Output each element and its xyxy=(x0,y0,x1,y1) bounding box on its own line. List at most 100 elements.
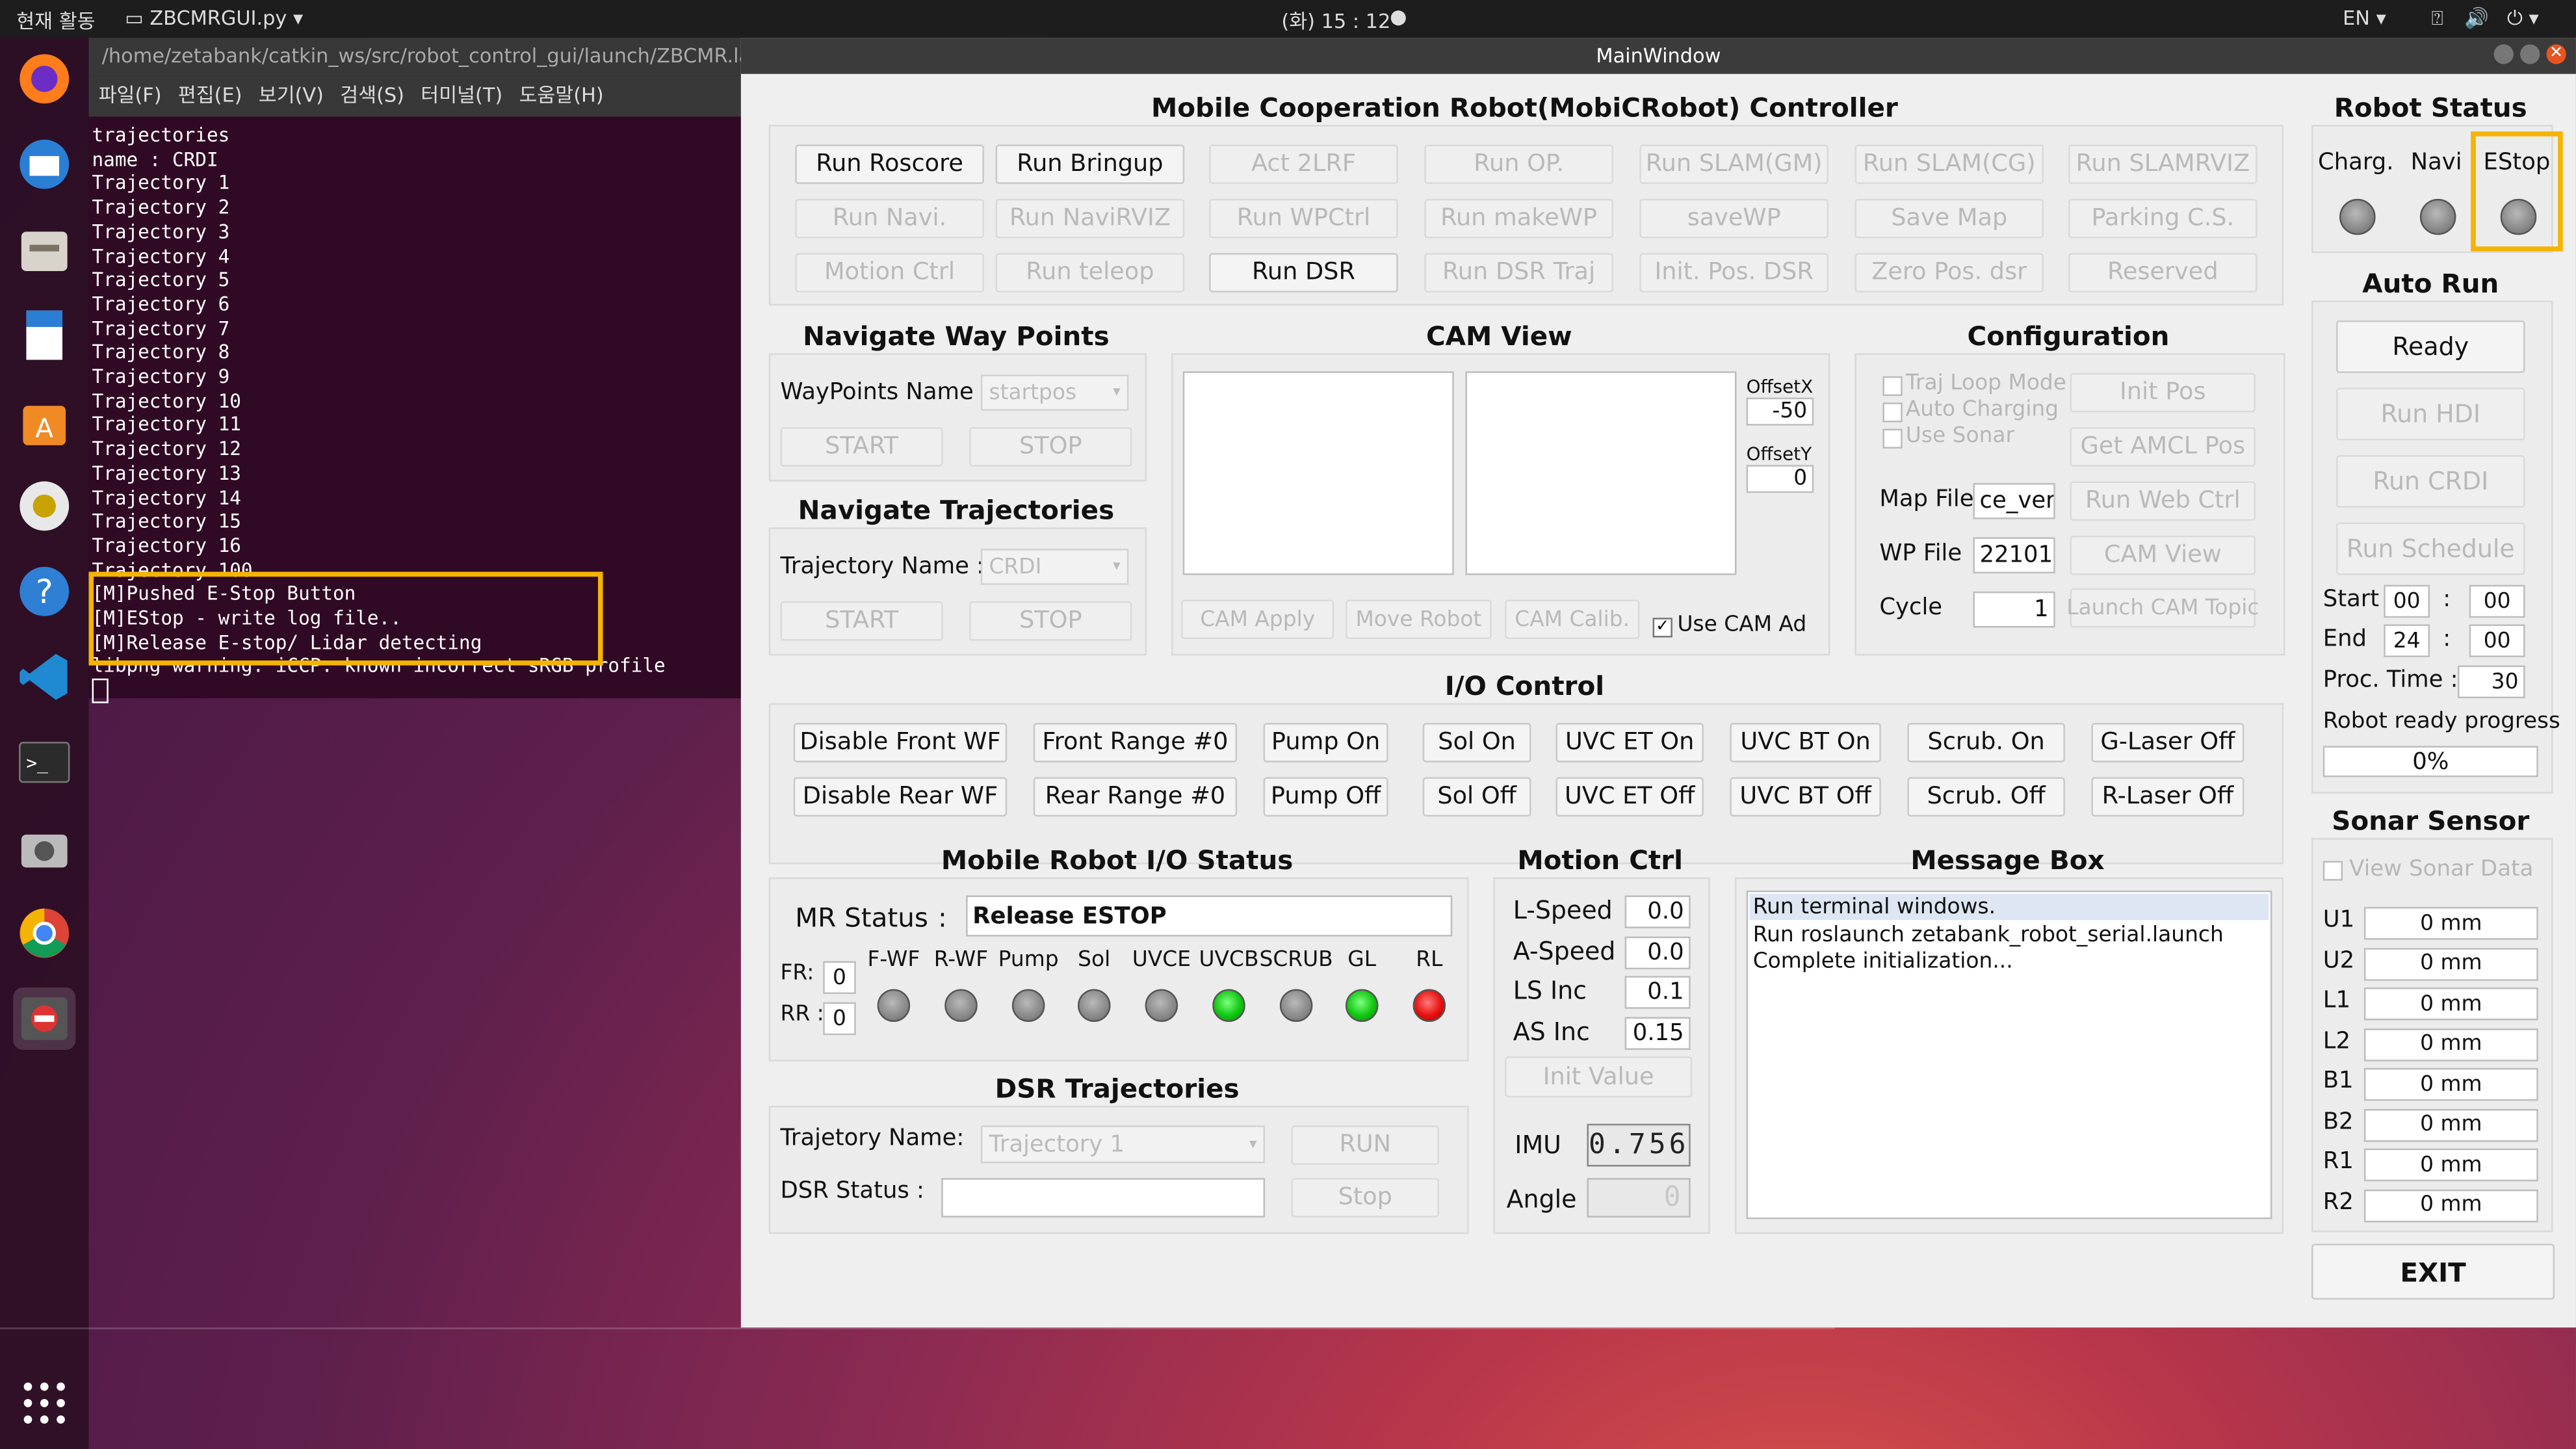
scrub-on-button[interactable]: Scrub. On xyxy=(1907,723,2065,763)
scrub-off-button[interactable]: Scrub. Off xyxy=(1907,777,2065,817)
waypoints-start-button[interactable]: START xyxy=(780,427,943,467)
cam-view-button[interactable]: CAM View xyxy=(2070,535,2256,575)
auto-charging-checkbox[interactable] xyxy=(1882,402,1903,423)
app-menu[interactable]: ▭ ZBCMRGUI.py ▾ xyxy=(125,7,303,29)
camera-icon[interactable] xyxy=(13,816,75,879)
run-bringup-button[interactable]: Run Bringup xyxy=(995,144,1185,185)
language-indicator[interactable]: EN ▾ xyxy=(2343,7,2386,29)
dsr-stop-button[interactable]: Stop xyxy=(1291,1178,1440,1218)
run-makewp-button[interactable]: Run makeWP xyxy=(1424,198,1613,239)
sol-off-button[interactable]: Sol Off xyxy=(1422,777,1531,817)
power-icon[interactable]: ⏻ ▾ xyxy=(2507,7,2539,31)
activities-button[interactable]: 현재 활동 xyxy=(16,7,95,34)
map-file-input[interactable]: ce_ver2 xyxy=(1973,483,2055,519)
view-sonar-checkbox[interactable] xyxy=(2322,861,2343,881)
rhythmbox-icon[interactable] xyxy=(13,475,75,537)
dsr-status-input[interactable] xyxy=(941,1178,1266,1218)
zero-pos-dsr-button[interactable]: Zero Pos. dsr xyxy=(1854,253,2044,293)
pump-on-button[interactable]: Pump On xyxy=(1263,723,1388,763)
firefox-icon[interactable] xyxy=(13,47,75,110)
run-web-ctrl-button[interactable]: Run Web Ctrl xyxy=(2070,481,2256,521)
run-navirviz-button[interactable]: Run NaviRVIZ xyxy=(995,198,1185,239)
exit-button[interactable]: EXIT xyxy=(2311,1244,2555,1300)
cycle-input[interactable]: 1 xyxy=(1973,591,2055,628)
trajectory-stop-button[interactable]: STOP xyxy=(969,601,1132,641)
save-map-button[interactable]: Save Map xyxy=(1854,198,2044,239)
disable-front-wf-button[interactable]: Disable Front WF xyxy=(793,723,1008,763)
offset-y-input[interactable]: 0 xyxy=(1746,465,1814,493)
g-laser-off-button[interactable]: G-Laser Off xyxy=(2091,723,2244,763)
waypoints-stop-button[interactable]: STOP xyxy=(969,427,1132,467)
show-applications-icon[interactable] xyxy=(13,1372,75,1434)
close-icon[interactable]: ✕ xyxy=(2546,44,2566,64)
run-wpctrl-button[interactable]: Run WPCtrl xyxy=(1209,198,1398,239)
trajectory-start-button[interactable]: START xyxy=(780,601,943,641)
accessibility-icon[interactable]: ⍰ xyxy=(2432,7,2443,31)
help-icon[interactable]: ? xyxy=(13,560,75,623)
uvc-et-off-button[interactable]: UVC ET Off xyxy=(1555,777,1704,817)
thunderbird-icon[interactable] xyxy=(13,133,75,196)
as-inc-input[interactable]: 0.15 xyxy=(1624,1016,1691,1049)
ls-inc-input[interactable]: 0.1 xyxy=(1624,976,1691,1009)
run-op-button[interactable]: Run OP. xyxy=(1424,144,1613,185)
uvc-et-on-button[interactable]: UVC ET On xyxy=(1555,723,1704,763)
terminal-menu-item[interactable]: 검색(S) xyxy=(340,84,404,107)
reserved-button[interactable]: Reserved xyxy=(2068,253,2257,293)
launch-cam-topic-button[interactable]: Launch CAM Topic xyxy=(2066,588,2259,628)
cam-calib-button[interactable]: CAM Calib. xyxy=(1505,599,1640,640)
maximize-icon[interactable] xyxy=(2520,44,2540,64)
run-navi-button[interactable]: Run Navi. xyxy=(795,198,984,239)
terminal-menu-item[interactable]: 파일(F) xyxy=(99,84,162,107)
a-speed-input[interactable]: 0.0 xyxy=(1624,935,1691,969)
dsr-trajectory-combo[interactable]: Trajectory 1 ▾ xyxy=(980,1125,1266,1164)
files-icon[interactable] xyxy=(13,218,75,281)
init-pos-button[interactable]: Init Pos xyxy=(2070,372,2256,413)
vscode-icon[interactable] xyxy=(13,646,75,708)
l-speed-input[interactable]: 0.0 xyxy=(1624,895,1691,928)
init-pos-dsr-button[interactable]: Init. Pos. DSR xyxy=(1639,253,1828,293)
terminal-menu-item[interactable]: 터미널(T) xyxy=(421,84,502,107)
start-hour-input[interactable]: 00 xyxy=(2384,584,2430,618)
r-laser-off-button[interactable]: R-Laser Off xyxy=(2091,777,2244,817)
start-minute-input[interactable]: 00 xyxy=(2469,584,2525,618)
sol-on-button[interactable]: Sol On xyxy=(1422,723,1531,763)
motion-ctrl-button[interactable]: Motion Ctrl xyxy=(795,253,984,293)
app-window-icon[interactable] xyxy=(13,987,76,1051)
dsr-run-button[interactable]: RUN xyxy=(1291,1125,1440,1165)
init-value-button[interactable]: Init Value xyxy=(1505,1056,1693,1098)
run-schedule-button[interactable]: Run Schedule xyxy=(2335,522,2525,575)
terminal-menu-item[interactable]: 보기(V) xyxy=(259,84,324,107)
waypoints-combo[interactable]: startpos ▾ xyxy=(980,374,1129,411)
uvc-bt-off-button[interactable]: UVC BT Off xyxy=(1730,777,1881,817)
ready-button[interactable]: Ready xyxy=(2335,320,2525,373)
terminal-menu-item[interactable]: 도움말(H) xyxy=(519,84,604,107)
message-list[interactable]: Run terminal windows. Run roslaunch zetab… xyxy=(1746,890,2272,1220)
use-cam-checkbox[interactable]: ✓ xyxy=(1652,618,1672,638)
run-dsr-traj-button[interactable]: Run DSR Traj xyxy=(1424,253,1613,293)
end-hour-input[interactable]: 24 xyxy=(2384,624,2430,657)
disable-rear-wf-button[interactable]: Disable Rear WF xyxy=(793,777,1008,817)
parking-c-s-button[interactable]: Parking C.S. xyxy=(2068,198,2257,239)
software-center-icon[interactable]: A xyxy=(13,389,75,452)
proc-time-input[interactable]: 30 xyxy=(2457,665,2525,699)
traj-loop-checkbox[interactable] xyxy=(1882,376,1903,397)
run-slam-cg-button[interactable]: Run SLAM(CG) xyxy=(1854,144,2044,185)
front-range-0-button[interactable]: Front Range #0 xyxy=(1033,723,1238,763)
act-2lrf-button[interactable]: Act 2LRF xyxy=(1209,144,1398,185)
rear-range-0-button[interactable]: Rear Range #0 xyxy=(1033,777,1238,817)
pump-off-button[interactable]: Pump Off xyxy=(1263,777,1388,817)
cam-apply-button[interactable]: CAM Apply xyxy=(1181,599,1334,640)
savewp-button[interactable]: saveWP xyxy=(1639,198,1828,239)
uvc-bt-on-button[interactable]: UVC BT On xyxy=(1730,723,1881,763)
clock[interactable]: (화) 15 : 12 xyxy=(1281,7,1390,34)
run-crdi-button[interactable]: Run CRDI xyxy=(2335,455,2525,508)
minimize-icon[interactable] xyxy=(2493,44,2514,64)
run-slam-gm-button[interactable]: Run SLAM(GM) xyxy=(1639,144,1828,185)
chrome-icon[interactable] xyxy=(13,902,75,965)
wp-file-input[interactable]: 221014 xyxy=(1973,537,2055,574)
run-roscore-button[interactable]: Run Roscore xyxy=(795,144,984,185)
run-dsr-button[interactable]: Run DSR xyxy=(1209,253,1398,293)
volume-icon[interactable]: 🔊 xyxy=(2464,7,2489,29)
run-hdi-button[interactable]: Run HDI xyxy=(2335,387,2525,441)
end-minute-input[interactable]: 00 xyxy=(2469,624,2525,657)
